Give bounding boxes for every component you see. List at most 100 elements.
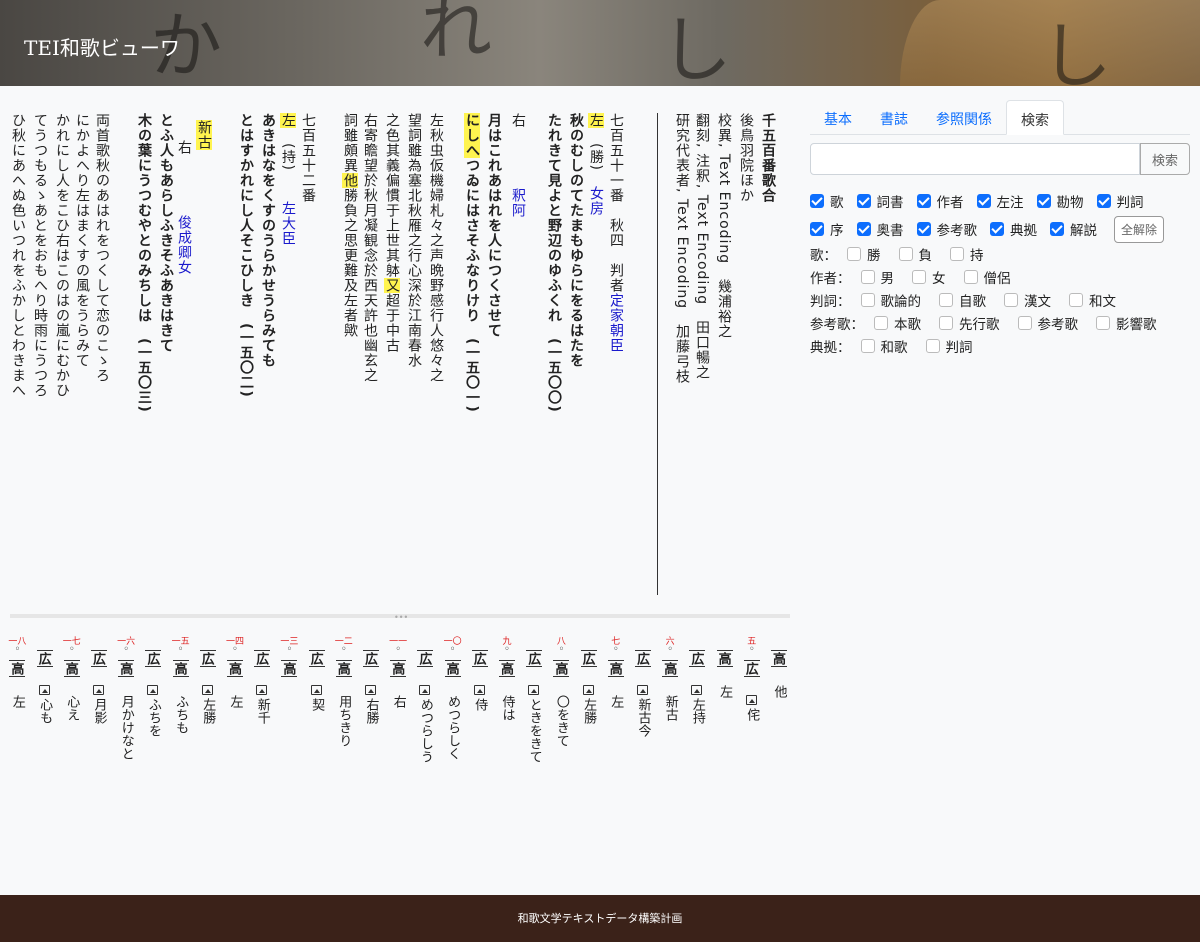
variant-entry[interactable]: 一七 ◦ 高心え — [59, 634, 85, 721]
variant-entry[interactable]: 広左勝 — [576, 634, 602, 724]
category-option[interactable]: 典拠 — [990, 219, 1037, 239]
filter-option[interactable]: 和文 — [1069, 290, 1116, 310]
category-option[interactable]: 作者 — [916, 191, 964, 211]
checkbox[interactable] — [976, 194, 991, 208]
checkbox[interactable] — [1050, 222, 1064, 236]
image-icon[interactable] — [582, 685, 594, 695]
variant-entry[interactable]: 六 ◦ 高新古 — [657, 634, 683, 721]
filter-option[interactable]: 本歌 — [874, 313, 921, 333]
tab-search[interactable]: 検索 — [1006, 100, 1064, 135]
checkbox[interactable] — [1096, 316, 1110, 330]
checkbox[interactable] — [856, 222, 871, 236]
checkbox[interactable] — [860, 293, 875, 307]
checkbox[interactable] — [856, 194, 871, 208]
image-icon[interactable] — [93, 685, 104, 695]
variant-entry[interactable]: 一一 ◦ 高右 — [385, 634, 411, 708]
filter-option[interactable]: 参考歌 — [1017, 313, 1078, 333]
variant-entry[interactable]: 広新千 — [249, 634, 275, 724]
checkbox[interactable] — [939, 316, 953, 330]
image-icon[interactable] — [38, 685, 50, 695]
filter-option[interactable]: 僧侶 — [963, 267, 1011, 287]
checkbox[interactable] — [990, 222, 1004, 236]
category-option[interactable]: 左注 — [976, 191, 1024, 211]
category-option[interactable]: 勘物 — [1036, 191, 1084, 211]
image-icon[interactable] — [201, 685, 213, 695]
checkbox[interactable] — [1096, 194, 1111, 208]
filter-option[interactable]: 持 — [950, 244, 984, 264]
filter-option[interactable]: 自歌 — [939, 290, 986, 310]
filter-option[interactable]: 負 — [898, 244, 932, 264]
category-option[interactable]: 参考歌 — [916, 219, 977, 239]
variant-entry[interactable]: 一〇 ◦ 高めつらしく — [440, 634, 466, 760]
checkbox[interactable] — [874, 316, 888, 330]
variant-entry[interactable]: 五 ◦ 広侘 — [739, 634, 765, 721]
checkbox[interactable] — [950, 247, 964, 261]
image-icon[interactable] — [473, 685, 485, 695]
filter-option[interactable]: 勝 — [847, 244, 881, 264]
image-icon[interactable] — [745, 695, 757, 705]
filter-option[interactable]: 和歌 — [860, 336, 908, 356]
tab-basic[interactable]: 基本 — [810, 100, 866, 134]
category-option[interactable]: 序 — [810, 219, 844, 239]
checkbox[interactable] — [898, 247, 913, 261]
checkbox[interactable] — [925, 339, 940, 353]
image-icon[interactable] — [691, 685, 703, 695]
image-icon[interactable] — [256, 685, 268, 695]
image-icon[interactable] — [419, 685, 431, 695]
variant-entry[interactable]: 広ときをきて — [521, 634, 547, 763]
site-title[interactable]: TEI和歌ビューワ — [24, 32, 180, 61]
variant-entry[interactable]: 広左勝 — [195, 634, 221, 724]
category-option[interactable]: 詞書 — [856, 191, 904, 211]
variant-entry[interactable]: 広右勝 — [358, 634, 384, 724]
variant-entry[interactable]: 広新古今 — [630, 634, 656, 737]
image-icon[interactable] — [637, 685, 648, 695]
filter-option[interactable]: 判詞 — [925, 336, 973, 356]
checkbox[interactable] — [1004, 293, 1018, 307]
splitter-grip-icon[interactable]: ••• — [394, 613, 408, 622]
search-button[interactable]: 検索 — [1140, 143, 1190, 175]
category-option[interactable]: 解説 — [1050, 219, 1097, 239]
search-input[interactable] — [810, 143, 1140, 175]
variant-entry[interactable]: 高他 — [766, 634, 792, 698]
checkbox[interactable] — [860, 270, 875, 284]
variant-entry[interactable]: 七 ◦ 高左 — [603, 634, 629, 708]
variant-entry[interactable]: 一六 ◦ 高月かけなと — [113, 634, 139, 760]
variant-entry[interactable]: 広侍 — [467, 634, 493, 711]
variant-entry[interactable]: 広めつらしう — [412, 634, 438, 763]
variant-entry[interactable]: 広心も — [32, 634, 58, 724]
variant-entry[interactable]: 広月影 — [86, 634, 112, 724]
variant-entry[interactable]: 広左持 — [684, 634, 710, 724]
checkbox[interactable] — [1036, 194, 1051, 208]
tab-bibliography[interactable]: 書誌 — [866, 100, 922, 134]
variant-entry[interactable]: 一五 ◦ 高ふちも — [168, 634, 194, 734]
variant-entry[interactable]: 広ふちを — [140, 634, 166, 737]
variant-entry[interactable]: 一三 ◦ 高 — [276, 634, 302, 695]
category-option[interactable]: 判詞 — [1096, 191, 1144, 211]
variant-entry[interactable]: 八 ◦ 高〇をきて — [548, 634, 574, 747]
checkbox[interactable] — [847, 247, 861, 261]
filter-option[interactable]: 漢文 — [1004, 290, 1051, 310]
checkbox[interactable] — [916, 222, 931, 236]
category-option[interactable]: 歌 — [810, 191, 844, 211]
filter-option[interactable]: 影響歌 — [1096, 313, 1157, 333]
variant-entry[interactable]: 高左 — [712, 634, 738, 698]
checkbox[interactable] — [860, 339, 875, 353]
variant-entry[interactable]: 一二 ◦ 高用ちきり — [331, 634, 357, 747]
filter-option[interactable]: 男 — [860, 267, 894, 287]
image-icon[interactable] — [147, 685, 159, 695]
checkbox[interactable] — [810, 194, 824, 208]
filter-option[interactable]: 歌論的 — [860, 290, 921, 310]
checkbox[interactable] — [810, 222, 824, 236]
checkbox[interactable] — [916, 194, 931, 208]
filter-option[interactable]: 先行歌 — [939, 313, 1000, 333]
image-icon[interactable] — [528, 685, 540, 695]
image-icon[interactable] — [310, 685, 322, 695]
checkbox[interactable] — [963, 270, 978, 284]
clear-all-button[interactable]: 全解除 — [1114, 215, 1165, 243]
category-option[interactable]: 奥書 — [856, 219, 904, 239]
variant-entry[interactable]: 一四 ◦ 高左 — [222, 634, 248, 708]
checkbox[interactable] — [939, 293, 953, 307]
variant-entry[interactable]: 九 ◦ 高侍は — [494, 634, 520, 721]
variant-entry[interactable]: 一八 ◦ 高左 — [4, 634, 30, 708]
filter-option[interactable]: 女 — [912, 267, 946, 287]
